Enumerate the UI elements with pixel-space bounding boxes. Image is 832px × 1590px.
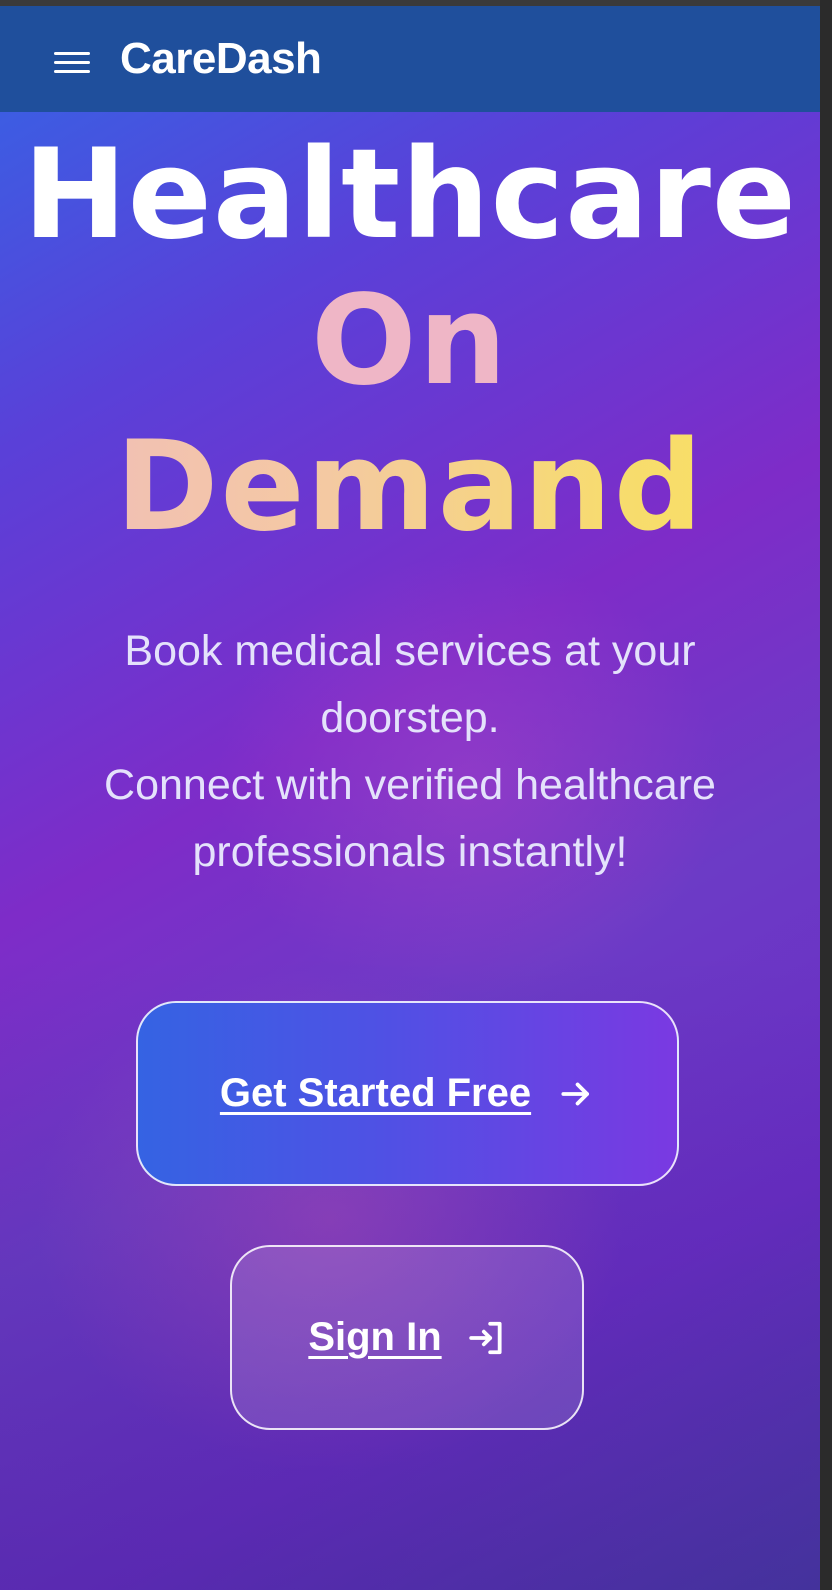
hero-subtitle: Book medical services at your doorstep. … — [40, 618, 780, 886]
hero-subtitle-line-1: Book medical services at your — [124, 627, 696, 675]
hamburger-menu-icon[interactable] — [54, 49, 90, 75]
hero-title: Healthcare On Demand — [0, 122, 820, 560]
hero-subtitle-line-3: Connect with verified healthcare — [104, 761, 716, 809]
browser-side-edge — [820, 0, 832, 1590]
hero-title-line-1: Healthcare — [22, 123, 798, 267]
hero-title-line-3: Demand — [0, 414, 820, 560]
landing-page: CareDash Healthcare On Demand Book medic… — [0, 0, 820, 1590]
hero-title-line-2: On — [311, 269, 509, 413]
hero-subtitle-line-4: professionals instantly! — [192, 828, 628, 876]
top-navbar: CareDash — [0, 6, 820, 112]
get-started-button[interactable]: Get Started Free — [136, 1001, 679, 1186]
browser-top-edge — [0, 0, 832, 6]
sign-in-icon — [468, 1321, 502, 1354]
arrow-right-icon — [561, 1082, 590, 1105]
sign-in-label: Sign In — [308, 1315, 442, 1359]
get-started-label: Get Started Free — [219, 1071, 532, 1115]
sign-in-button[interactable]: Sign In — [230, 1245, 584, 1430]
brand-logo-text[interactable]: CareDash — [120, 30, 322, 88]
hero-subtitle-line-2: doorstep. — [320, 694, 500, 742]
